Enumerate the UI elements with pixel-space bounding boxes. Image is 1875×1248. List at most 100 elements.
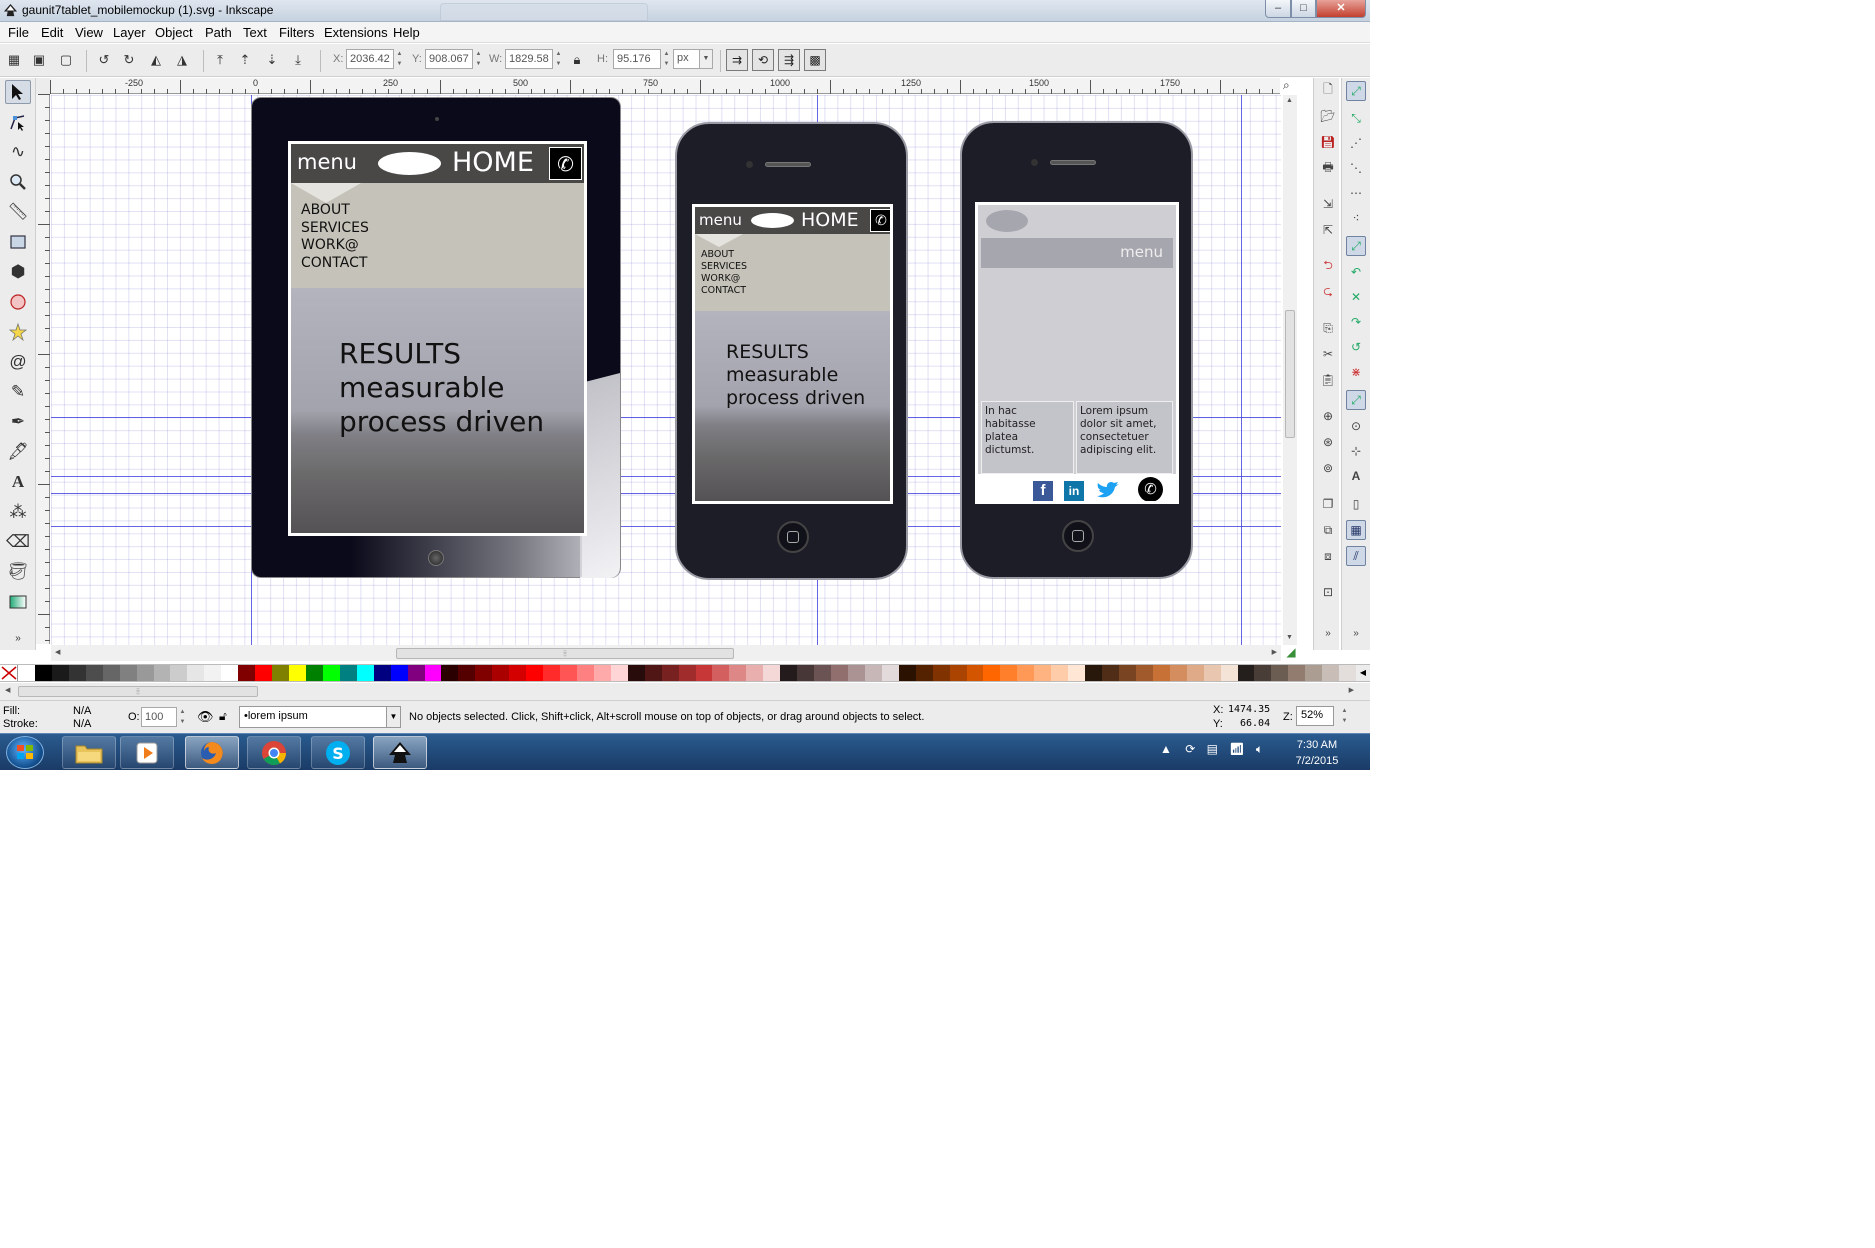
snap-bbox-icon[interactable]: ⤡ [1346,108,1366,128]
color-swatch[interactable] [729,665,747,681]
color-swatch[interactable] [407,665,425,681]
color-swatch[interactable] [864,665,882,681]
color-swatch[interactable] [543,665,560,681]
color-swatch[interactable] [238,665,256,681]
export-icon[interactable]: ⇱ [1318,220,1338,240]
x-spinner[interactable]: ▲ ▼ [395,49,404,69]
color-swatch[interactable] [492,665,510,681]
transform-patterns-toggle[interactable]: ▩ [804,49,826,71]
scale-stroke-toggle[interactable]: ⇉ [726,49,748,71]
color-swatch[interactable] [576,665,594,681]
snap-page-border-icon[interactable]: ▯ [1346,494,1366,514]
color-swatch[interactable] [458,665,476,681]
zoom-corner-icon[interactable]: ⌕ [1283,78,1299,94]
unit-select[interactable]: px ▼ [673,49,713,69]
color-swatch[interactable] [509,665,527,681]
color-swatch[interactable] [1186,665,1204,681]
color-swatch[interactable] [1254,665,1272,681]
snapbar-overflow-icon[interactable]: » [1346,623,1366,643]
snap-text-baseline-icon[interactable]: A [1346,466,1366,486]
volume-icon[interactable]: 🔈︎ [1256,742,1263,756]
save-icon[interactable]: 💾︎ [1318,132,1338,152]
color-swatch[interactable] [18,665,35,681]
menu-view[interactable]: View [75,25,103,40]
color-swatch[interactable] [831,665,848,681]
color-swatch[interactable] [797,665,815,681]
show-hidden-icons-icon[interactable]: ▲ [1160,742,1172,756]
color-swatch[interactable] [1034,665,1052,681]
color-swatch[interactable] [1237,665,1255,681]
raise-to-top-icon[interactable]: ⤒ [211,51,229,69]
system-clock[interactable]: 7:30 AM 7/2/2015 [1282,737,1352,769]
snap-enable-icon[interactable]: ⤢ [1346,81,1366,101]
phone-mockup-2[interactable]: menu In hac habitasse platea dictumst. L… [960,121,1193,579]
color-swatch[interactable] [644,665,662,681]
color-swatch[interactable] [610,665,628,681]
guide-line[interactable] [1241,95,1242,645]
palette-scrollbar[interactable]: ◀ ⦙⦙ ▶ [0,683,1370,700]
color-swatch[interactable] [272,665,289,681]
tweak-tool-icon[interactable]: ∿ [5,140,31,164]
color-swatch[interactable] [441,665,459,681]
taskbar-firefox[interactable] [185,736,239,769]
current-layer-select[interactable]: •lorem ipsum ▼ [239,706,401,728]
color-swatch[interactable] [847,665,865,681]
color-swatch[interactable] [695,665,713,681]
y-field[interactable] [425,49,473,69]
color-swatch[interactable] [289,665,306,681]
color-swatch[interactable] [898,665,916,681]
color-swatch[interactable] [390,665,408,681]
color-swatch[interactable] [1322,665,1340,681]
clone-icon[interactable]: ⧉ [1318,520,1338,540]
color-swatch[interactable] [1051,665,1069,681]
height-field[interactable] [613,49,661,69]
color-swatch[interactable] [373,665,391,681]
menu-layer[interactable]: Layer [113,25,146,40]
color-swatch[interactable] [475,665,493,681]
height-spinner[interactable]: ▲ ▼ [662,49,671,69]
snap-rotation-center-icon[interactable]: ⊹ [1346,441,1366,461]
lower-to-bottom-icon[interactable]: ⤓ [289,51,307,69]
zoom-tool-icon[interactable] [5,170,31,194]
taskbar-skype[interactable]: S [311,736,365,769]
text-tool-icon[interactable]: A [5,470,31,494]
snap-bbox-edge-icon[interactable]: ⋰ [1346,133,1366,153]
width-spinner[interactable]: ▲ ▼ [554,49,563,69]
snap-cusp-icon[interactable]: ↷ [1346,312,1366,332]
zoom-field[interactable]: 52% [1296,706,1334,726]
selector-tool-icon[interactable] [5,80,31,104]
color-swatch[interactable] [780,665,798,681]
canvas-corner-icon[interactable]: ◢ [1283,645,1299,661]
copy-icon[interactable]: ⎘ [1318,318,1338,338]
snap-object-center-icon[interactable]: ⊙ [1346,416,1366,436]
3d-box-tool-icon[interactable]: ⬢ [5,260,31,284]
snap-intersection-icon[interactable]: ✕ [1346,287,1366,307]
select-all-icon[interactable]: ▦ [5,51,23,69]
transform-gradients-toggle[interactable]: ⇶ [778,49,800,71]
zoom-drawing-icon[interactable]: ⊛ [1318,432,1338,452]
color-swatch[interactable] [915,665,933,681]
taskbar-chrome[interactable] [247,736,301,769]
calligraphy-tool-icon[interactable]: 🖋︎ [5,440,31,464]
open-icon[interactable]: 📂︎ [1318,106,1338,126]
color-swatch[interactable] [1339,665,1357,681]
color-swatch[interactable] [1118,665,1136,681]
menu-path[interactable]: Path [205,25,232,40]
drawing-canvas[interactable]: menu HOME ✆ ABOUT SERVICES WORK@ CONTACT… [51,95,1281,645]
x-field[interactable] [346,49,394,69]
node-tool-icon[interactable] [5,110,31,134]
snap-others-icon[interactable]: ⤢ [1346,390,1366,410]
color-swatch[interactable] [746,665,764,681]
color-swatch[interactable] [204,665,222,681]
eraser-tool-icon[interactable]: ⌫ [5,530,31,554]
color-swatch[interactable] [1000,665,1018,681]
menu-file[interactable]: File [8,25,29,40]
spiral-tool-icon[interactable]: @ [5,350,31,374]
scroll-left-icon[interactable]: ◀ [5,686,10,694]
color-swatch[interactable] [51,665,69,681]
color-swatch[interactable] [424,665,442,681]
rotate-cw-icon[interactable]: ↻ [120,51,138,69]
color-swatch[interactable] [153,665,171,681]
color-swatch[interactable] [1203,665,1221,681]
color-swatch[interactable] [1085,665,1102,681]
